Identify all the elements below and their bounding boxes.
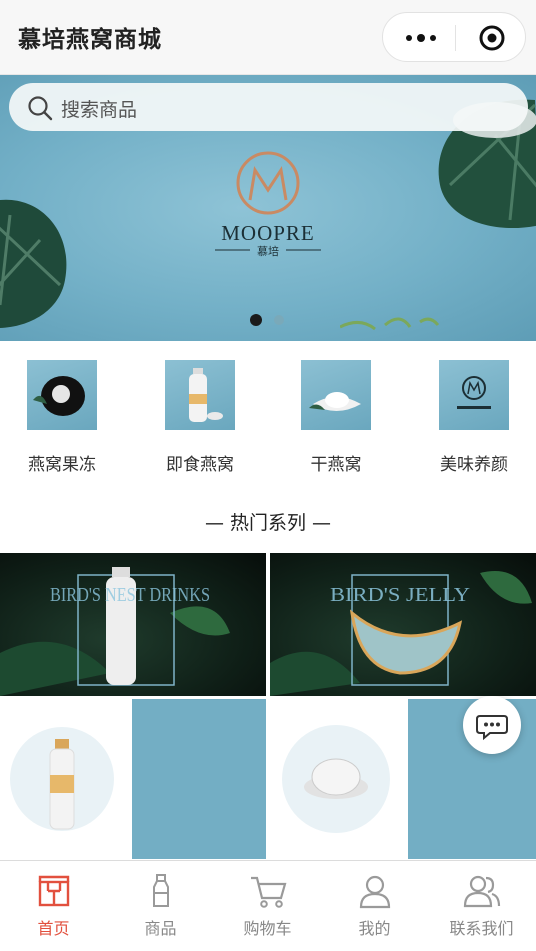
bottom-tab-bar: 首页 商品 购物车 我的 联系我们 xyxy=(0,860,536,951)
miniprogram-capsule xyxy=(382,12,526,62)
monstera-leaf-left-decoration xyxy=(0,199,67,328)
category-label: 即食燕窝 xyxy=(166,455,234,475)
brand-logo: MOOPRE 慕培 xyxy=(200,145,336,265)
search-icon xyxy=(28,96,53,121)
top-navigation-bar: 慕培燕窝商城 xyxy=(0,0,536,75)
grass-sprig-decoration xyxy=(340,317,440,331)
capsule-divider xyxy=(455,25,456,51)
contacts-icon xyxy=(463,875,500,908)
jelly-bowl-icon xyxy=(27,360,97,430)
chat-bubble-icon xyxy=(476,715,508,741)
tab-contact[interactable]: 联系我们 xyxy=(428,873,535,939)
product-detail-drinks[interactable] xyxy=(0,699,130,859)
bottle-icon xyxy=(152,874,169,907)
product-headline: BIRD'S JELLY xyxy=(330,584,470,606)
carousel-dot[interactable] xyxy=(274,315,284,325)
product-headline: BIRD'S NEST DRINKS xyxy=(50,584,210,606)
category-beauty[interactable]: 美味养颜 xyxy=(424,360,524,475)
more-dots-icon[interactable] xyxy=(401,28,441,48)
product-banner-blue-left[interactable] xyxy=(132,699,266,859)
tab-cart[interactable]: 购物车 xyxy=(214,873,321,939)
jelly-detail-image xyxy=(282,725,390,833)
customer-service-button[interactable] xyxy=(463,696,521,754)
moopre-emblem-icon: MOOPRE 慕培 xyxy=(215,151,321,258)
drinks-detail-image xyxy=(10,727,114,831)
tab-profile[interactable]: 我的 xyxy=(321,873,428,939)
dried-thumbnail xyxy=(309,392,361,411)
jelly-product-image: BIRD'S JELLY xyxy=(270,571,532,696)
home-icon xyxy=(38,875,69,907)
carousel-indicator xyxy=(250,314,284,326)
instant-thumbnail xyxy=(189,368,223,422)
search-placeholder: 搜索商品 xyxy=(61,99,138,121)
cart-icon xyxy=(250,876,286,908)
user-icon xyxy=(359,875,390,909)
tab-products[interactable]: 商品 xyxy=(107,873,214,939)
bottle-thumbnail-icon xyxy=(165,360,235,430)
product-card-drinks[interactable]: BIRD'S NEST DRINKS xyxy=(0,553,266,696)
brand-chinese-name: 慕培 xyxy=(257,244,279,258)
page-title: 慕培燕窝商城 xyxy=(18,27,162,53)
product-grid: BIRD'S NEST DRINKS BIRD'S JELLY xyxy=(0,553,536,859)
dried-nest-icon xyxy=(301,360,371,430)
tab-label: 商品 xyxy=(144,919,177,938)
category-label: 燕窝果冻 xyxy=(28,455,96,475)
category-label: 干燕窝 xyxy=(310,455,362,475)
tab-home[interactable]: 首页 xyxy=(0,873,107,939)
carousel-dot-active[interactable] xyxy=(250,314,262,326)
tab-label: 联系我们 xyxy=(449,919,514,938)
jelly-thumbnail xyxy=(33,376,85,416)
tab-label: 首页 xyxy=(37,919,70,938)
tab-label: 购物车 xyxy=(243,919,292,938)
product-card-jelly[interactable]: BIRD'S JELLY xyxy=(270,553,536,696)
beauty-thumbnail xyxy=(457,376,491,409)
tab-label: 我的 xyxy=(358,919,391,938)
drinks-product-image: BIRD'S NEST DRINKS xyxy=(0,567,230,696)
search-bar[interactable]: 搜索商品 xyxy=(9,83,528,131)
product-detail-jelly[interactable] xyxy=(268,699,406,859)
category-dried[interactable]: 干燕窝 xyxy=(286,360,386,475)
brand-name: MOOPRE xyxy=(221,221,315,245)
target-close-icon[interactable] xyxy=(478,24,506,52)
category-instant[interactable]: 即食燕窝 xyxy=(150,360,250,475)
hero-banner[interactable]: 搜索商品 MOOPRE 慕培 xyxy=(0,75,536,341)
category-jelly[interactable]: 燕窝果冻 xyxy=(12,360,112,475)
category-row: 燕窝果冻 即食燕窝 干燕窝 美味养颜 xyxy=(0,360,536,480)
brand-badge-icon xyxy=(439,360,509,430)
section-title: — 热门系列 — xyxy=(204,512,332,534)
category-label: 美味养颜 xyxy=(440,455,508,475)
